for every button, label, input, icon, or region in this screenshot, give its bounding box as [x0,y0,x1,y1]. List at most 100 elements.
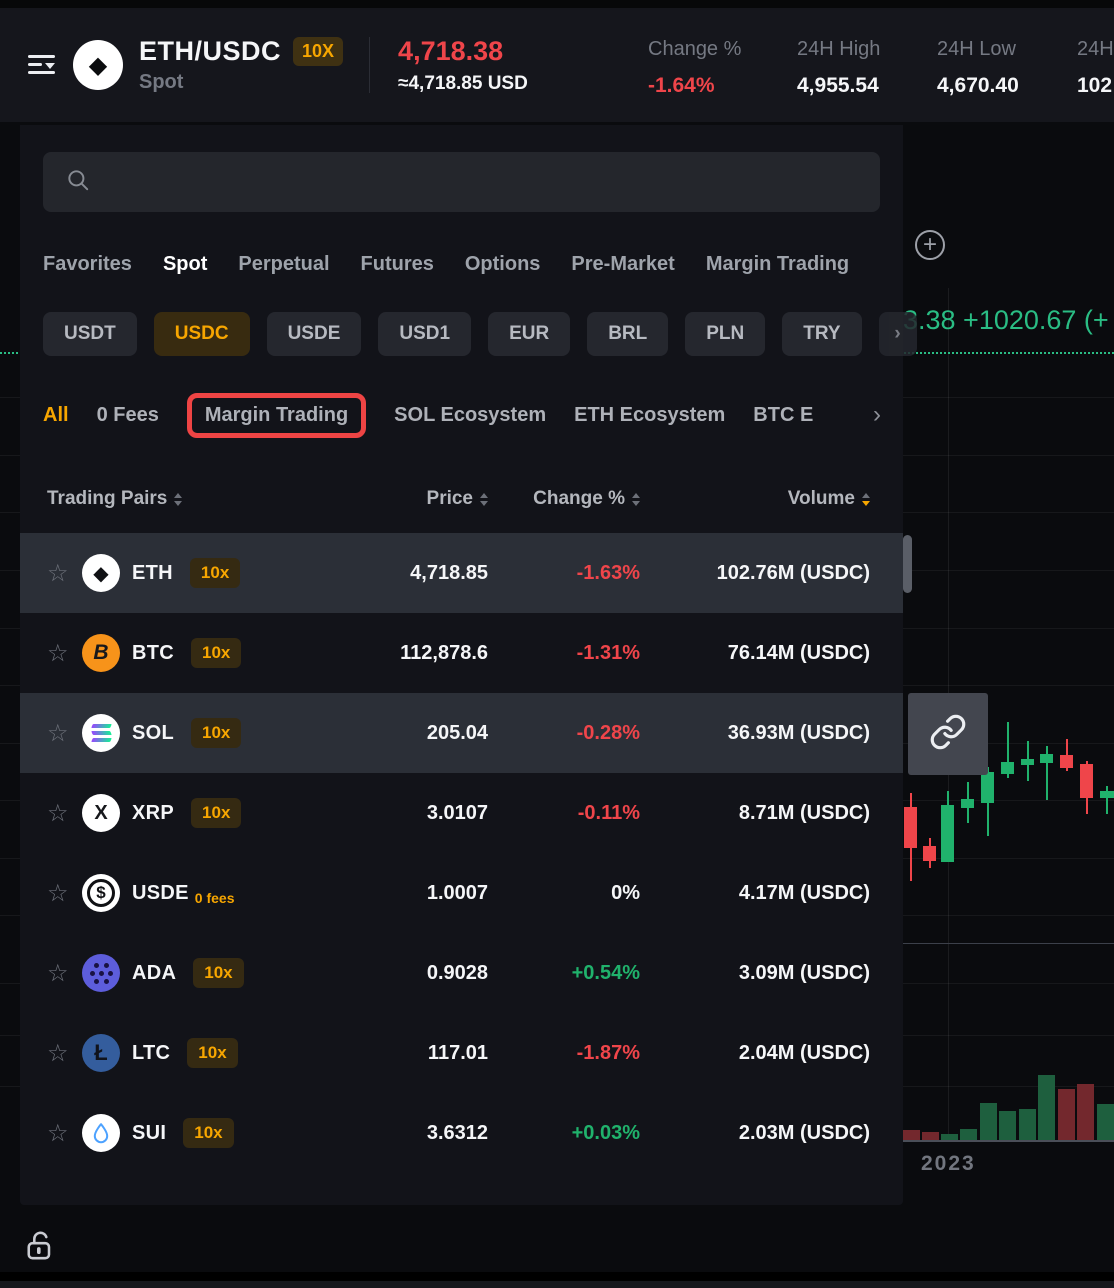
pair-row-ada[interactable]: ☆ADA10x0.9028+0.54%3.09M (USDC) [20,933,903,1013]
column-header-label: Volume [788,488,855,510]
tab-futures[interactable]: Futures [361,253,434,276]
plus-circle-icon[interactable]: + [915,230,945,260]
pair-row-eth[interactable]: ☆◆ETH10x4,718.85-1.63%102.76M (USDC) [20,533,903,613]
quote-chip-usdc[interactable]: USDC [154,312,250,356]
sort-arrows-icon [632,493,640,506]
search-box[interactable] [43,152,880,212]
pair-symbol: ADA [132,962,176,985]
favorite-star-icon[interactable]: ☆ [47,959,73,988]
tab-favorites[interactable]: Favorites [43,253,132,276]
column-header-volume[interactable]: Volume [640,488,870,510]
filters-more-chevron-icon[interactable]: › [873,401,881,429]
pair-volume: 8.71M (USDC) [640,802,870,825]
search-input[interactable] [105,171,805,193]
pair-symbol: BTC [132,642,174,665]
tab-perpetual[interactable]: Perpetual [238,253,329,276]
header-stat-value: 4,955.54 [797,74,880,98]
instrument-header: ◆ ETH/USDC 10X Spot 4,718.38 ≈4,718.85 U… [0,8,1114,122]
tab-spot[interactable]: Spot [163,253,207,276]
column-header-change-[interactable]: Change % [488,488,640,510]
header-stat-label: Change % [648,38,741,61]
pair-row-ltc[interactable]: ☆ŁLTC10x117.01-1.87%2.04M (USDC) [20,1013,903,1093]
pair-cell: ☆◆ETH10x [47,554,298,592]
filter-all[interactable]: All [43,404,69,427]
pair-cell: ☆XXRP10x [47,794,298,832]
favorite-star-icon[interactable]: ☆ [47,1119,73,1148]
sol-logo-icon [82,714,120,752]
quote-chip-pln[interactable]: PLN [685,312,765,356]
table-header-row: Trading PairsPrice Change % Volume [20,478,903,520]
favorite-star-icon[interactable]: ☆ [47,639,73,668]
tab-options[interactable]: Options [465,253,541,276]
header-stat-value: -1.64% [648,74,741,98]
sui-logo-icon [82,1114,120,1152]
header-stat-label: 24H High [797,38,880,61]
favorite-star-icon[interactable]: ☆ [47,799,73,828]
pair-symbol: SUI [132,1122,166,1145]
filter-eth-ecosystem[interactable]: ETH Ecosystem [574,404,725,427]
bottom-bar [0,1281,1114,1288]
pair-row-sui[interactable]: ☆SUI10x3.6312+0.03%2.03M (USDC) [20,1093,903,1173]
xrp-logo-icon: X [82,794,120,832]
ltc-logo-icon: Ł [82,1034,120,1072]
chips-more-chevron-icon[interactable]: › [879,312,917,356]
pair-symbol: USDE [132,882,189,905]
pair-row-btc[interactable]: ☆BBTC10x112,878.6-1.31%76.14M (USDC) [20,613,903,693]
filter-0-fees[interactable]: 0 Fees [97,404,159,427]
scrollbar-thumb[interactable] [903,535,912,593]
quote-chip-eur[interactable]: EUR [488,312,570,356]
pair-change: +0.54% [488,962,640,985]
column-header-label: Change % [533,488,625,510]
pair-price: 1.0007 [298,882,488,905]
filter-margin-trading[interactable]: Margin Trading [187,393,366,438]
pair-cell: ☆BBTC10x [47,634,298,672]
header-stats: Change %-1.64%24H High4,955.5424H Low4,6… [0,8,1114,122]
tab-pre-market[interactable]: Pre-Market [571,253,674,276]
pair-cell: ☆SOL10x [47,714,298,752]
pair-row-usde[interactable]: ☆$USDE0 fees1.00070%4.17M (USDC) [20,853,903,933]
sort-arrows-icon [174,493,182,506]
quote-chip-usdt[interactable]: USDT [43,312,137,356]
pair-row-sol[interactable]: ☆SOL10x205.04-0.28%36.93M (USDC) [20,693,903,773]
pair-symbol: LTC [132,1042,170,1065]
quote-chip-brl[interactable]: BRL [587,312,668,356]
zero-fees-note: 0 fees [195,890,235,906]
quote-chip-try[interactable]: TRY [782,312,861,356]
filter-sol-ecosystem[interactable]: SOL Ecosystem [394,404,546,427]
quote-chip-usd1[interactable]: USD1 [378,312,471,356]
favorite-star-icon[interactable]: ☆ [47,879,73,908]
favorite-star-icon[interactable]: ☆ [47,719,73,748]
header-stat: Change % -1.64% [648,38,741,98]
favorite-star-icon[interactable]: ☆ [47,1039,73,1068]
pair-price: 0.9028 [298,962,488,985]
tab-margin-trading[interactable]: Margin Trading [706,253,849,276]
header-stat: 24H High 4,955.54 [797,38,880,98]
pair-volume: 36.93M (USDC) [640,722,870,745]
pair-price: 205.04 [298,722,488,745]
pair-row-xrp[interactable]: ☆XXRP10x3.0107-0.11%8.71M (USDC) [20,773,903,853]
unlock-icon[interactable] [22,1224,58,1271]
favorite-star-icon[interactable]: ☆ [47,559,73,588]
filter-btc-e[interactable]: BTC E [753,404,813,427]
column-header-price[interactable]: Price [298,488,488,510]
link-chart-button[interactable] [908,693,988,775]
pair-price: 112,878.6 [298,642,488,665]
sort-arrows-icon [862,493,870,506]
header-stat-value: 4,670.40 [937,74,1019,98]
quote-chip-usde[interactable]: USDE [267,312,362,356]
pair-price: 117.01 [298,1042,488,1065]
pair-volume: 3.09M (USDC) [640,962,870,985]
pair-volume: 76.14M (USDC) [640,642,870,665]
column-header-trading-pairs[interactable]: Trading Pairs [47,488,298,510]
chart-price-ticker: 3.38 +1020.67 (+ [903,305,1109,336]
usde-logo-icon: $ [82,874,120,912]
pair-volume: 2.03M (USDC) [640,1122,870,1145]
header-stat: 24H102 [1077,38,1114,98]
pair-cell: ☆ADA10x [47,954,298,992]
search-icon [65,167,91,198]
pair-symbol: ETH [132,562,173,585]
leverage-badge: 10x [190,558,240,588]
pair-change: -1.87% [488,1042,640,1065]
category-filters: All 0 Fees Margin Trading SOL Ecosystem ETH … [43,387,889,443]
pair-change: -1.31% [488,642,640,665]
